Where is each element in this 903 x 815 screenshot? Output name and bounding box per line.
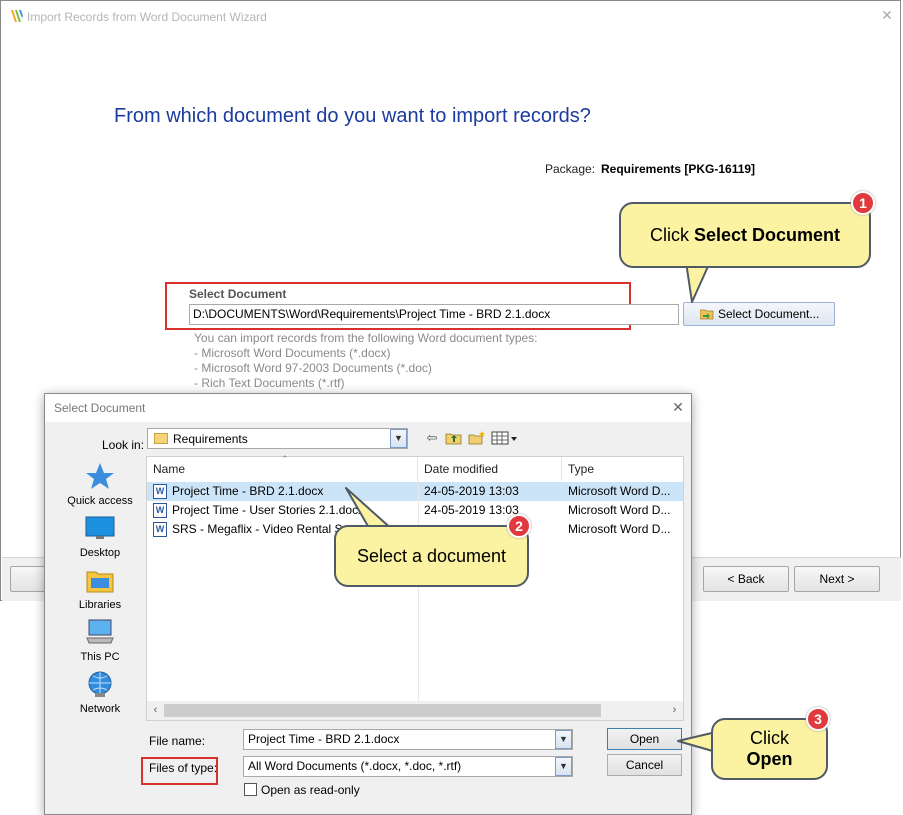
open-button[interactable]: Open <box>607 728 682 750</box>
places-bar: Quick access Desktop Libraries This PC N… <box>55 454 145 724</box>
page-title: From which document do you want to impor… <box>114 105 591 127</box>
place-libraries[interactable]: Libraries <box>55 562 145 614</box>
callout-3-line2: Open <box>746 749 793 769</box>
file-name-chevron-down-icon[interactable]: ▼ <box>555 730 572 749</box>
help-text-intro: You can import records from the followin… <box>194 331 538 345</box>
look-in-chevron-down-icon[interactable]: ▼ <box>390 429 407 448</box>
callout-3-line1: Click <box>750 728 789 748</box>
look-in-value: Requirements <box>173 431 248 446</box>
view-menu-icon[interactable] <box>491 430 519 446</box>
select-document-button[interactable]: Select Document... <box>683 302 835 326</box>
select-document-label: Select Document <box>189 287 287 301</box>
dialog-titlebar: Select Document ✕ <box>45 394 691 422</box>
word-document-icon: W <box>153 522 167 537</box>
place-label: This PC <box>80 651 120 663</box>
file-list: ⌃ Name Date modified Type W Project Time… <box>146 454 684 721</box>
column-divider <box>418 481 419 701</box>
file-date: 24-05-2019 13:03 <box>424 484 519 498</box>
computer-icon <box>86 619 114 644</box>
wizard-titlebar: Import Records from Word Document Wizard… <box>1 1 900 31</box>
column-header-type[interactable]: Type <box>562 457 683 481</box>
place-network[interactable]: Network <box>55 666 145 718</box>
app-logo-icon <box>11 10 23 22</box>
back-button[interactable]: < Back <box>703 566 789 592</box>
callout-1: Click Select Document <box>619 202 871 268</box>
place-label: Desktop <box>79 547 121 559</box>
callout-1-bold: Select Document <box>693 225 841 245</box>
step-badge-1: 1 <box>851 191 875 215</box>
column-header-date[interactable]: Date modified <box>418 457 562 481</box>
package-label: Package: <box>545 162 596 176</box>
document-path-field[interactable]: D:\DOCUMENTS\Word\Requirements\Project T… <box>189 304 679 325</box>
help-text-docx: - Microsoft Word Documents (*.docx) <box>194 346 391 360</box>
word-document-icon: W <box>153 503 167 518</box>
place-desktop[interactable]: Desktop <box>55 510 145 562</box>
cancel-button[interactable]: Cancel <box>607 754 682 776</box>
place-this-pc[interactable]: This PC <box>55 614 145 666</box>
select-document-button-label: Select Document... <box>718 307 820 321</box>
scroll-right-icon[interactable]: › <box>666 701 683 720</box>
scrollbar-thumb[interactable] <box>164 704 601 717</box>
callout-2: Select a document <box>334 525 529 587</box>
file-name-input[interactable]: Project Time - BRD 2.1.docx <box>243 729 573 750</box>
step-badge-2: 2 <box>507 514 531 538</box>
files-of-type-select[interactable]: All Word Documents (*.docx, *.doc, *.rtf… <box>243 756 573 777</box>
dialog-close-icon[interactable]: ✕ <box>670 399 686 415</box>
wizard-title: Import Records from Word Document Wizard <box>27 10 267 24</box>
open-readonly-checkbox[interactable] <box>244 783 257 796</box>
callout-1-pointer <box>685 262 711 303</box>
step-badge-3: 3 <box>806 707 830 731</box>
next-button[interactable]: Next > <box>794 566 880 592</box>
word-document-icon: W <box>153 484 167 499</box>
libraries-icon <box>86 571 114 593</box>
files-of-type-chevron-down-icon[interactable]: ▼ <box>555 757 572 776</box>
column-header-name[interactable]: Name <box>147 457 418 481</box>
place-label: Libraries <box>78 599 122 611</box>
look-in-dropdown[interactable]: Requirements <box>147 428 408 449</box>
callout-1-prefix: Click <box>649 225 689 245</box>
files-of-type-label: Files of type: <box>149 761 218 775</box>
up-folder-icon[interactable] <box>445 430 463 446</box>
file-row[interactable]: W Project Time - BRD 2.1.docx 24-05-2019… <box>147 482 683 501</box>
file-type: Microsoft Word D... <box>568 503 671 517</box>
place-label: Quick access <box>67 495 133 507</box>
select-document-dialog: Select Document ✕ Look in: Requirements … <box>44 393 692 815</box>
close-icon[interactable]: ✕ <box>880 7 894 23</box>
file-type: Microsoft Word D... <box>568 484 671 498</box>
desktop-icon <box>85 516 115 539</box>
file-date: 24-05-2019 13:03 <box>424 503 519 517</box>
scroll-left-icon[interactable]: ‹ <box>147 701 164 720</box>
dialog-title: Select Document <box>54 401 146 415</box>
help-text-rtf: - Rich Text Documents (*.rtf) <box>194 376 345 390</box>
file-name-label: File name: <box>149 734 206 748</box>
horizontal-scrollbar[interactable]: ‹ › <box>147 701 683 720</box>
file-row[interactable]: W Project Time - User Stories 2.1.docx 2… <box>147 501 683 520</box>
folder-open-icon <box>700 309 714 320</box>
look-in-label: Look in: <box>102 438 145 452</box>
help-text-doc: - Microsoft Word 97-2003 Documents (*.do… <box>194 361 432 375</box>
open-readonly-label: Open as read-only <box>261 783 360 797</box>
back-arrow-icon[interactable]: ⇦ <box>423 430 441 446</box>
file-type: Microsoft Word D... <box>568 522 671 536</box>
new-folder-icon[interactable] <box>468 430 486 446</box>
package-value: Requirements [PKG-16119] <box>601 162 756 176</box>
folder-icon <box>154 433 168 444</box>
star-icon <box>86 463 114 489</box>
place-quick-access[interactable]: Quick access <box>55 458 145 510</box>
network-globe-icon <box>88 671 112 697</box>
place-label: Network <box>79 703 121 715</box>
